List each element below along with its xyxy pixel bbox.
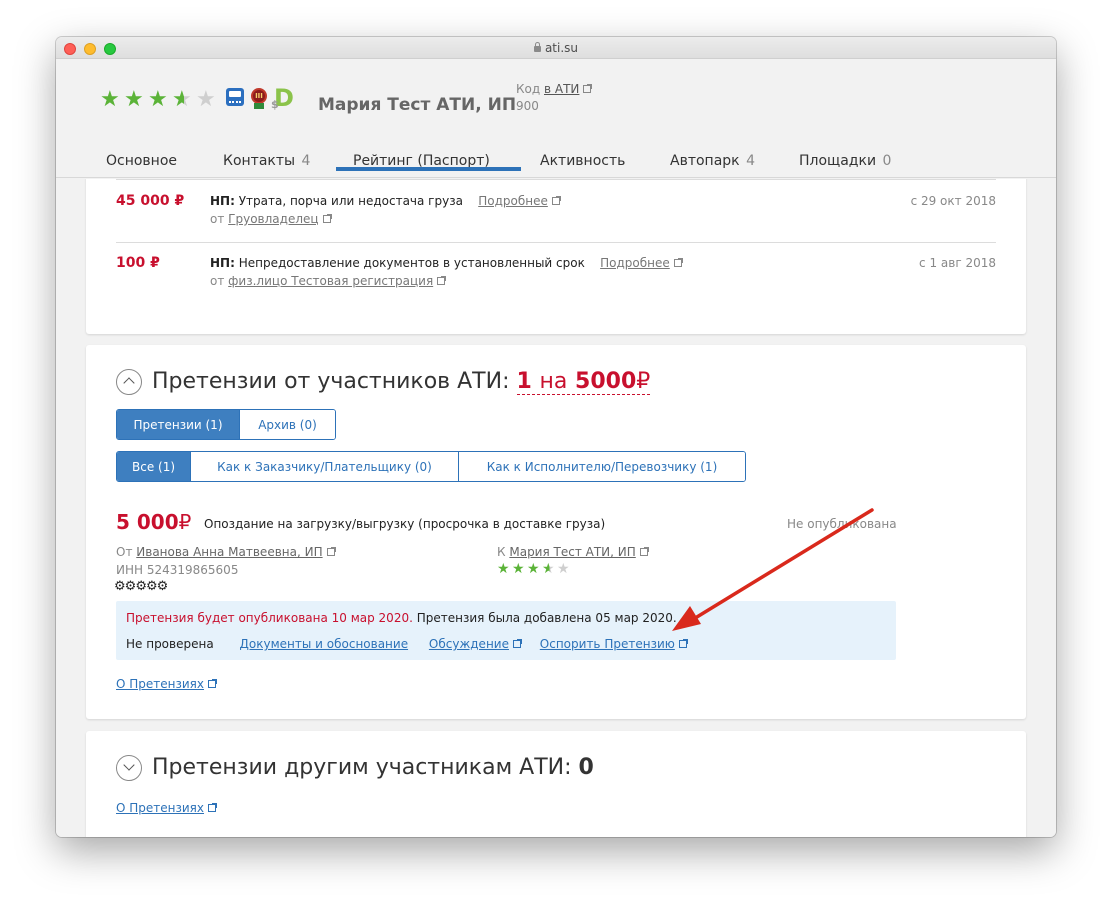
- penalty-amount: 45 000 ₽: [116, 193, 185, 209]
- half-star-icon: ★: [542, 562, 557, 576]
- star-icon: ★: [512, 561, 525, 577]
- tab-activity[interactable]: Активность: [540, 153, 625, 169]
- penalty-description: НП: Непредоставление документов в устано…: [210, 256, 683, 270]
- about-claims-link[interactable]: О Претензиях: [116, 801, 204, 815]
- title-bar: ati.su: [56, 37, 1056, 59]
- gear-icon: ⚙: [156, 579, 169, 594]
- claim-status: Не опубликована: [787, 517, 897, 531]
- penalties-card: 45 000 ₽ НП: Утрата, порча или недостача…: [86, 179, 1026, 334]
- claims-other-title: Претензии другим участникам АТИ: 0: [152, 755, 594, 780]
- active-tab-indicator: [336, 167, 521, 171]
- tab-archive[interactable]: Архив (0): [240, 410, 335, 439]
- gear-icon: ⚙: [124, 579, 137, 594]
- ribbon-icon: [254, 103, 264, 109]
- penalty-date: с 1 авг 2018: [919, 256, 996, 270]
- external-link-icon: [437, 276, 447, 285]
- claim-to: К Мария Тест АТИ, ИП: [497, 545, 649, 559]
- medal-icon[interactable]: III: [251, 88, 267, 104]
- documents-link[interactable]: Документы и обоснование: [240, 637, 409, 651]
- tab-fleet[interactable]: Автопарк 4: [670, 153, 755, 169]
- company-name: Мария Тест АТИ, ИП: [318, 95, 517, 115]
- claims-tabs: Претензии (1) Архив (0): [116, 409, 336, 440]
- collapse-chevron-icon[interactable]: [116, 369, 142, 395]
- external-link-icon: [512, 639, 522, 648]
- half-star-icon: ★: [172, 89, 196, 111]
- gear-icon: ⚙: [135, 579, 147, 594]
- claims-other-card: Претензии другим участникам АТИ: 0 О Пре…: [86, 731, 1026, 837]
- penalty-date: с 29 окт 2018: [910, 194, 996, 208]
- tab-platforms[interactable]: Площадки 0: [799, 153, 891, 169]
- dispute-claim-link[interactable]: Оспорить Претензию: [540, 637, 675, 651]
- external-link-icon: [551, 196, 561, 205]
- penalty-source: от физ.лицо Тестовая регистрация: [210, 274, 447, 288]
- claim-actions: Не проверена Документы и обоснование Обс…: [126, 637, 688, 651]
- penalty-source-link[interactable]: Груовладелец: [228, 212, 318, 226]
- about-claims-link[interactable]: О Претензиях: [116, 677, 204, 691]
- check-status: Не проверена: [126, 637, 214, 651]
- claim-amount: 5 000₽: [116, 510, 192, 534]
- about-claims: О Претензиях: [116, 797, 218, 816]
- penalty-amount: 100 ₽: [116, 255, 160, 271]
- profile-header: ★ ★ ★ ★ ★ III $ D Мария Тест АТИ, ИП Код в АТ…: [56, 60, 1056, 178]
- claim-inn: ИНН 524319865605: [116, 563, 239, 577]
- dollar-icon[interactable]: $ D: [271, 86, 298, 111]
- empty-star-icon: ★: [557, 561, 570, 577]
- external-link-icon: [583, 84, 593, 93]
- discussion-link[interactable]: Обсуждение: [429, 637, 509, 651]
- claims-card: Претензии от участников АТИ: 1 на 5000₽ …: [86, 345, 1026, 719]
- claim-from-link[interactable]: Иванова Анна Матвеевна, ИП: [136, 545, 322, 559]
- code-value: 900: [516, 99, 539, 113]
- external-link-icon: [208, 803, 218, 812]
- external-link-icon: [678, 639, 688, 648]
- external-link-icon: [322, 214, 332, 223]
- empty-star-icon: ★: [196, 87, 216, 112]
- tab-main[interactable]: Основное: [106, 153, 177, 169]
- penalty-more-link[interactable]: Подробнее: [600, 256, 670, 270]
- claim-notice: Претензия будет опубликована 10 мар 2020…: [126, 611, 677, 625]
- main-content: 45 000 ₽ НП: Утрата, порча или недостача…: [56, 179, 1056, 837]
- star-icon: ★: [497, 561, 510, 577]
- penalty-source-link[interactable]: физ.лицо Тестовая регистрация: [228, 274, 433, 288]
- claim-description: Опоздание на загрузку/выгрузку (просрочк…: [204, 517, 606, 531]
- divider: [116, 179, 996, 180]
- lock-icon: [533, 42, 541, 52]
- browser-window: ati.su ★ ★ ★ ★ ★ III $ D Мария Тест АТИ, ИП К…: [56, 37, 1056, 837]
- code-link[interactable]: в АТИ: [544, 82, 579, 96]
- divider: [116, 242, 996, 243]
- truck-icon[interactable]: [226, 88, 244, 106]
- code-label: Код в АТИ: [516, 82, 593, 96]
- star-icon: ★: [100, 87, 120, 112]
- claim-to-link[interactable]: Мария Тест АТИ, ИП: [509, 545, 635, 559]
- claims-title: Претензии от участников АТИ: 1 на 5000₽: [152, 369, 651, 395]
- gear-icon: ⚙: [114, 579, 126, 594]
- expand-chevron-icon[interactable]: [116, 755, 142, 781]
- company-rating-stars[interactable]: ★ ★ ★ ★ ★: [100, 89, 220, 111]
- url-text: ati.su: [544, 41, 579, 55]
- tab-contacts[interactable]: Контакты 4: [223, 153, 310, 169]
- claim-info-box: Претензия будет опубликована 10 мар 2020…: [116, 601, 896, 660]
- profile-tabs: Основное Контакты 4 Рейтинг (Паспорт) Ак…: [56, 147, 1056, 179]
- about-claims: О Претензиях: [116, 673, 218, 692]
- gear-icon: ⚙: [145, 579, 158, 594]
- external-link-icon: [208, 679, 218, 688]
- penalty-source: от Груовладелец: [210, 212, 332, 226]
- claim-from: От Иванова Анна Матвеевна, ИП: [116, 545, 336, 559]
- url-bar[interactable]: ati.su: [56, 41, 1056, 55]
- filter-as-carrier[interactable]: Как к Исполнителю/Перевозчику (1): [459, 452, 745, 481]
- filter-as-customer[interactable]: Как к Заказчику/Плательщику (0): [191, 452, 459, 481]
- star-icon: ★: [148, 87, 168, 112]
- tab-claims[interactable]: Претензии (1): [117, 410, 240, 439]
- star-icon: ★: [124, 87, 144, 112]
- external-link-icon: [639, 547, 649, 556]
- penalty-more-link[interactable]: Подробнее: [478, 194, 548, 208]
- star-icon: ★: [527, 561, 540, 577]
- external-link-icon: [673, 258, 683, 267]
- reliability-icons[interactable]: ⚙⚙⚙⚙⚙: [114, 579, 169, 594]
- penalty-description: НП: Утрата, порча или недостача груза По…: [210, 194, 561, 208]
- claim-target-rating-stars[interactable]: ★ ★ ★ ★ ★: [497, 562, 572, 576]
- filter-all[interactable]: Все (1): [117, 452, 191, 481]
- external-link-icon: [326, 547, 336, 556]
- claims-filter-tabs: Все (1) Как к Заказчику/Плательщику (0) …: [116, 451, 746, 482]
